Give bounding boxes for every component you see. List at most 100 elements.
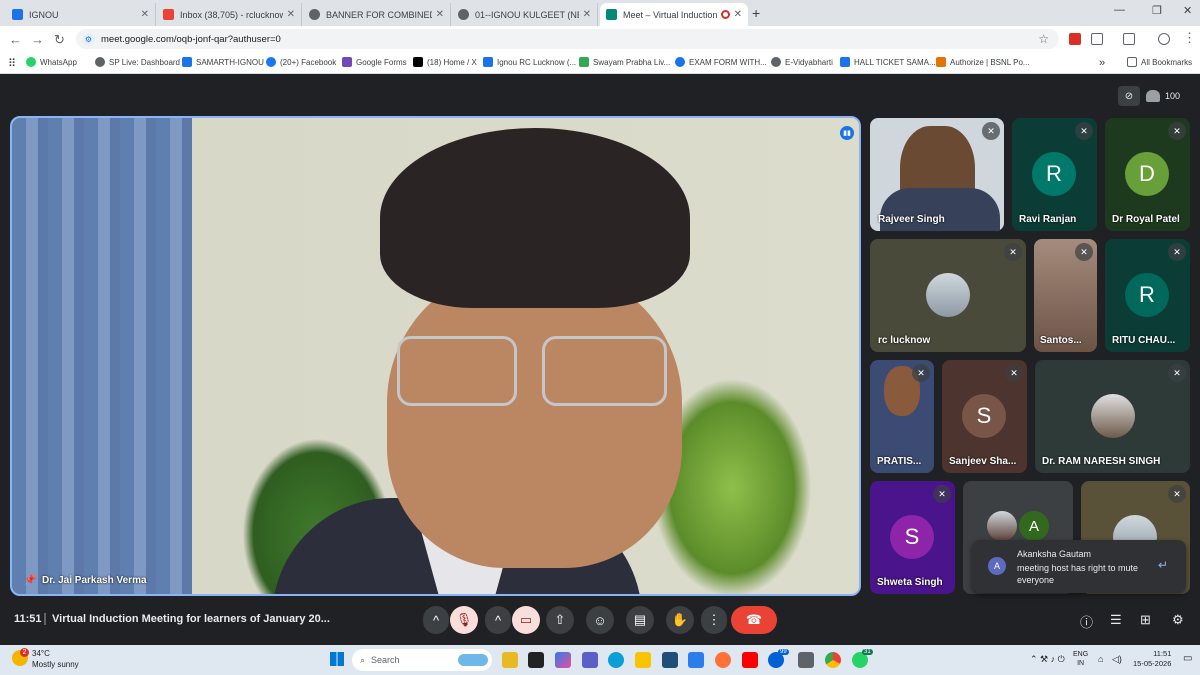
close-icon[interactable]: ✕ <box>287 9 295 20</box>
participant-tile-ritu[interactable]: R ✕ RITU CHAU... <box>1105 239 1190 352</box>
activities-icon[interactable]: ⊞ <box>1140 612 1151 628</box>
bookmark-exam-form[interactable]: EXAM FORM WITH... <box>675 57 767 67</box>
windows-start-icon[interactable] <box>330 652 344 666</box>
present-button[interactable]: ⇧ <box>546 606 574 634</box>
mic-off-icon: ✕ <box>982 122 1000 140</box>
copilot-icon[interactable] <box>555 652 571 668</box>
bookmark-whatsapp[interactable]: WhatsApp <box>26 57 77 67</box>
participant-tile-sanjeev[interactable]: S ✕ Sanjeev Sha... <box>942 360 1027 473</box>
edge-icon[interactable] <box>608 652 624 668</box>
participant-tile-ravi[interactable]: R ✕ Ravi Ranjan <box>1012 118 1097 231</box>
bookmark-swayam[interactable]: Swayam Prabha Liv... <box>579 57 670 67</box>
address-bar[interactable]: ⚙ meet.google.com/oqb-jonf-qar?authuser=… <box>76 29 1059 49</box>
file-explorer-icon[interactable] <box>635 652 651 668</box>
tab-inbox[interactable]: Inbox (38,705) - rclucknow@ign ✕ <box>157 3 302 26</box>
restore-icon[interactable]: ❐ <box>1152 4 1162 17</box>
back-icon[interactable]: ← <box>9 32 22 47</box>
mail-icon[interactable] <box>688 652 704 668</box>
people-icon[interactable]: ☰ <box>1110 612 1122 628</box>
avatar: R <box>1032 152 1076 196</box>
firefox-icon[interactable] <box>715 652 731 668</box>
bookmark-sp-live[interactable]: SP Live: Dashboard <box>95 57 180 67</box>
participant-tile-pratis[interactable]: ✕ PRATIS... <box>870 360 934 473</box>
camera-options-button[interactable]: ^ <box>485 606 511 634</box>
close-icon[interactable]: ✕ <box>436 9 444 20</box>
participant-tile-rclucknow[interactable]: ✕ rc lucknow <box>870 239 1026 352</box>
host-controls-icon[interactable]: ⚙ <box>1172 612 1184 628</box>
camera-toggle-button[interactable]: ▭ <box>512 606 540 634</box>
reactions-button[interactable]: ☺ <box>586 606 614 634</box>
app-badge: 99 <box>778 649 789 655</box>
participant-tile-rajveer[interactable]: ✕ Rajveer Singh <box>870 118 1004 231</box>
close-window-icon[interactable]: ✕ <box>1183 4 1192 17</box>
bookmark-samarth[interactable]: SAMARTH-IGNOU <box>182 57 264 67</box>
network-icon[interactable]: ⌂ <box>1098 654 1103 664</box>
participant-tile-shweta[interactable]: S ✕ Shweta Singh <box>870 481 955 594</box>
extensions-icon[interactable] <box>1091 33 1103 45</box>
mic-toggle-button[interactable]: 🎙 <box>450 606 478 634</box>
participant-tile-santos[interactable]: ✕ Santos... <box>1034 239 1097 352</box>
bookmark-bsnl[interactable]: Authorize | BSNL Po... <box>936 57 1030 67</box>
reply-icon[interactable]: ↵ <box>1158 558 1168 572</box>
task-view-icon[interactable] <box>528 652 544 668</box>
more-options-button[interactable]: ⋮ <box>701 606 727 634</box>
teams-icon[interactable] <box>582 652 598 668</box>
tray-icons[interactable]: ⌃ ⚒ ♪ ⏻ <box>1030 654 1065 665</box>
bookmark-google-forms[interactable]: Google Forms <box>342 57 407 67</box>
weather-desc: Mostly sunny <box>32 660 79 669</box>
info-icon[interactable]: ⓘ <box>1080 612 1093 631</box>
participant-tile-ramnaresh[interactable]: ✕ Dr. RAM NARESH SINGH <box>1035 360 1190 473</box>
notifications-icon[interactable]: ▭ <box>1183 653 1192 664</box>
widgets-icon[interactable] <box>502 652 518 668</box>
menu-icon[interactable]: ⋮ <box>1183 30 1196 46</box>
glasses-right <box>542 336 667 406</box>
camera-app-icon[interactable] <box>798 652 814 668</box>
participant-name: Dr. RAM NARESH SINGH <box>1042 456 1161 467</box>
layout-icon[interactable]: ⊘ <box>1118 86 1140 106</box>
meeting-title: Virtual Induction Meeting for learners o… <box>52 613 330 625</box>
participant-count[interactable]: 100 <box>1146 86 1180 106</box>
main-speaker-tile[interactable]: ▮▮ 📌 Dr. Jai Parkash Verma <box>10 116 861 596</box>
tab-kulgeet[interactable]: 01--IGNOU KULGEET (NEW).mp ✕ <box>452 3 598 26</box>
bookmark-ignou-rc[interactable]: Ignou RC Lucknow (... <box>483 57 576 67</box>
raise-hand-button[interactable]: ✋ <box>666 606 694 634</box>
site-info-icon[interactable]: ⚙ <box>82 32 95 46</box>
youtube-icon[interactable] <box>742 652 758 668</box>
cast-icon[interactable] <box>1123 33 1135 45</box>
participant-tile-royal[interactable]: D ✕ Dr Royal Patel <box>1105 118 1190 231</box>
language-indicator[interactable]: ENG IN <box>1073 650 1088 668</box>
minimize-icon[interactable]: — <box>1114 4 1125 16</box>
avatar <box>987 511 1017 541</box>
pin-icon[interactable]: 📌 <box>24 575 36 586</box>
leave-call-button[interactable]: ☎ <box>731 606 777 634</box>
all-bookmarks[interactable]: All Bookmarks <box>1127 57 1192 67</box>
bookmarks-overflow[interactable]: » <box>1099 57 1105 69</box>
volume-icon[interactable]: ◁) <box>1112 654 1122 665</box>
bookmark-evidyabharti[interactable]: E-Vidyabharti <box>771 57 833 67</box>
bookmark-star-icon[interactable]: ☆ <box>1038 32 1049 46</box>
tab-banner[interactable]: BANNER FOR COMBINED INDU ✕ <box>303 3 451 26</box>
profile-icon[interactable] <box>1158 33 1170 45</box>
glasses-left <box>397 336 517 406</box>
reload-icon[interactable]: ↻ <box>54 32 65 48</box>
sheets-icon <box>579 57 589 67</box>
pdf-extension-icon[interactable] <box>1069 33 1081 45</box>
mic-options-button[interactable]: ^ <box>423 606 449 634</box>
bookmark-facebook[interactable]: (20+) Facebook <box>266 57 336 67</box>
bookmark-hall-ticket[interactable]: HALL TICKET SAMA... <box>840 57 936 67</box>
new-tab-button[interactable]: + <box>752 5 760 21</box>
close-icon[interactable]: ✕ <box>734 9 742 20</box>
store-icon[interactable] <box>662 652 678 668</box>
forward-icon[interactable]: → <box>31 32 44 47</box>
close-icon[interactable]: ✕ <box>141 9 149 20</box>
tab-ignou[interactable]: IGNOU ✕ <box>6 3 156 26</box>
chat-notification[interactable]: A Akanksha Gautam meeting host has right… <box>972 540 1186 593</box>
apps-icon[interactable]: ⠿ <box>8 57 16 70</box>
bookmark-x[interactable]: (18) Home / X <box>413 57 477 67</box>
tab-meet[interactable]: Meet – Virtual Induction Me ✕ <box>600 3 748 26</box>
taskbar-search[interactable]: ⌕ Search <box>352 649 492 671</box>
chrome-icon[interactable] <box>825 652 841 668</box>
close-icon[interactable]: ✕ <box>583 9 591 20</box>
clock[interactable]: 11:51 15-05-2026 <box>1133 649 1171 669</box>
captions-button[interactable]: ▤ <box>626 606 654 634</box>
